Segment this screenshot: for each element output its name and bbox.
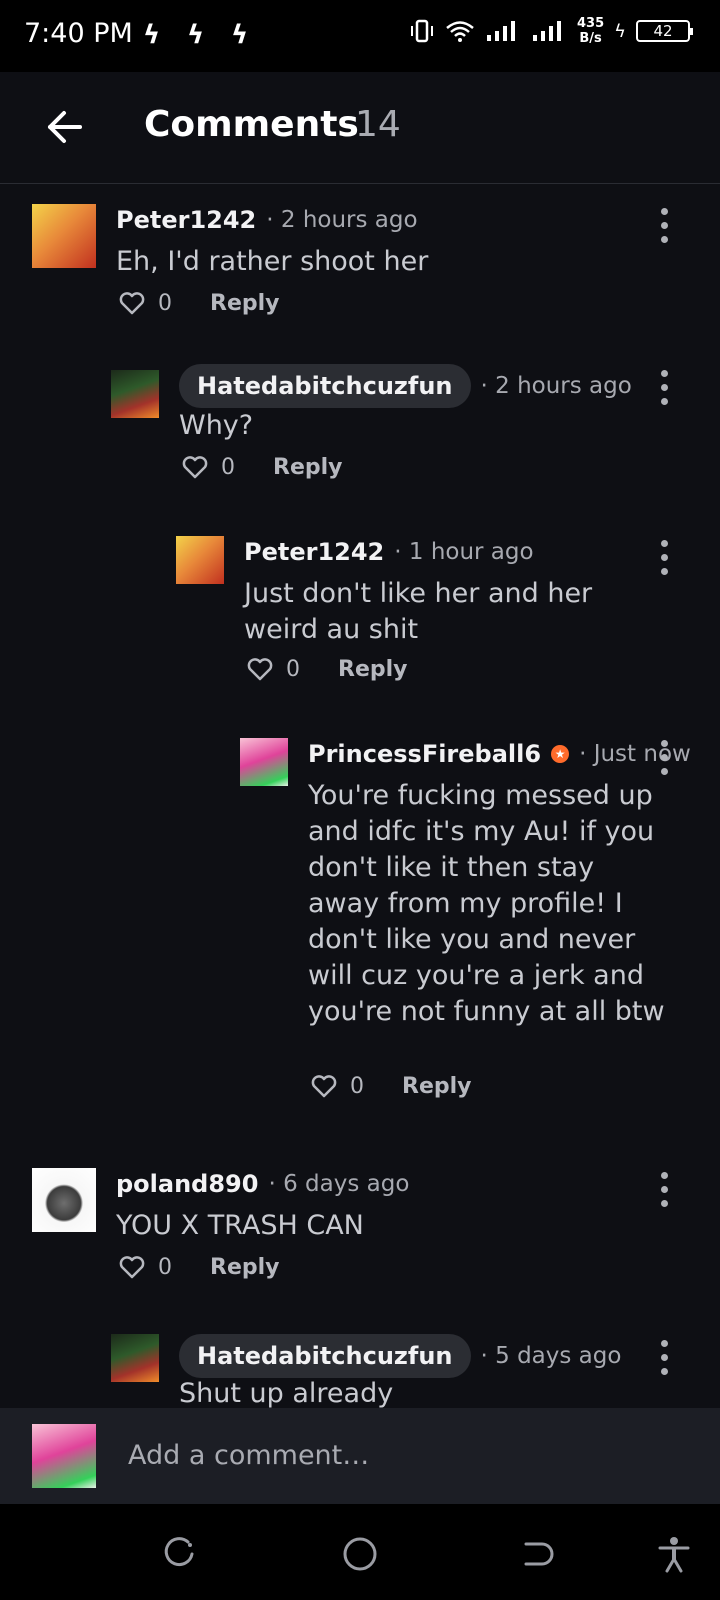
like-count: 0 — [286, 656, 300, 682]
reply-button[interactable]: Reply — [402, 1074, 472, 1099]
comment-actions: 0 Reply — [181, 454, 343, 480]
comment-input[interactable]: Add a comment… — [128, 1432, 688, 1480]
avatar[interactable] — [111, 370, 159, 418]
comment-meta: PrincessFireball6 ★ · Just now — [308, 740, 691, 768]
network-speed-value: 435 — [576, 16, 605, 31]
avatar[interactable] — [176, 536, 224, 584]
back-nav-icon[interactable] — [520, 1534, 560, 1574]
like-count: 0 — [350, 1073, 364, 1099]
comment-reply: Hatedabitchcuzfun · 2 hours ago Why? 0 R… — [111, 364, 692, 500]
comment-actions: 0 Reply — [118, 290, 280, 316]
lightning-icon: ϟ — [187, 20, 205, 50]
back-button[interactable] — [40, 102, 90, 152]
current-user-avatar — [32, 1424, 96, 1488]
username[interactable]: Peter1242 — [244, 538, 384, 566]
kebab-menu-icon[interactable] — [654, 206, 674, 246]
recents-icon[interactable] — [160, 1534, 200, 1574]
comment-actions: 0 Reply — [118, 1254, 280, 1280]
signal-icon — [532, 21, 561, 41]
comment-meta: Peter1242 · 1 hour ago — [244, 538, 534, 566]
like-count: 0 — [158, 1254, 172, 1280]
comment-text: Just don't like her and her weird au shi… — [244, 578, 593, 645]
lightning-icon: ϟ — [231, 20, 249, 50]
username[interactable]: Peter1242 — [116, 206, 256, 234]
like-count: 0 — [221, 454, 235, 480]
status-time: 7:40 PM — [24, 18, 133, 49]
kebab-menu-icon[interactable] — [654, 1170, 674, 1210]
timestamp: · 6 days ago — [268, 1171, 410, 1197]
comment-actions: 0 Reply — [246, 656, 408, 682]
comment: poland890 · 6 days ago YOU X TRASH CAN 0… — [32, 1168, 692, 1298]
kebab-menu-icon[interactable] — [654, 368, 674, 408]
arrow-left-icon — [48, 111, 82, 143]
comment-composer: Add a comment… — [0, 1408, 720, 1504]
page-title: Comments — [144, 104, 359, 145]
timestamp: · 2 hours ago — [480, 373, 632, 399]
network-speed: 435 B/s — [577, 16, 604, 46]
comments-header: Comments 14 — [0, 72, 720, 184]
avatar[interactable] — [111, 1334, 159, 1382]
avatar[interactable] — [32, 1168, 96, 1232]
kebab-menu-icon[interactable] — [654, 1338, 674, 1378]
comment-text: Shut up already — [179, 1378, 394, 1408]
comment-meta: Peter1242 · 2 hours ago — [116, 206, 418, 234]
username[interactable]: Hatedabitchcuzfun — [179, 364, 471, 408]
timestamp: · 5 days ago — [480, 1343, 622, 1369]
reply-button[interactable]: Reply — [338, 657, 408, 682]
reply-button[interactable]: Reply — [210, 291, 280, 316]
avatar[interactable] — [240, 738, 288, 786]
accessibility-icon[interactable] — [654, 1534, 694, 1574]
comment-text: Why? — [179, 410, 254, 441]
status-bar: 7:40 PM ϟ ϟ ϟ 435 B/s ϟ 42 — [0, 0, 720, 72]
battery-icon: 42 — [636, 20, 693, 42]
home-circle-icon[interactable] — [340, 1534, 380, 1574]
comment-text: You're fucking messed up and idfc it's m… — [308, 780, 665, 1027]
timestamp: · Just now — [579, 741, 691, 767]
timestamp: · 1 hour ago — [394, 539, 534, 565]
comment-text: YOU X TRASH CAN — [116, 1210, 364, 1241]
username[interactable]: poland890 — [116, 1170, 258, 1198]
kebab-menu-icon[interactable] — [654, 738, 674, 778]
comment: Peter1242 · 2 hours ago Eh, I'd rather s… — [32, 204, 692, 334]
system-nav-bar — [0, 1504, 720, 1600]
heart-outline-icon[interactable] — [310, 1073, 338, 1099]
heart-outline-icon[interactable] — [246, 656, 274, 682]
username[interactable]: Hatedabitchcuzfun — [179, 1334, 471, 1378]
reply-button[interactable]: Reply — [210, 1255, 280, 1280]
charging-icon: ϟ — [614, 20, 626, 42]
like-count: 0 — [158, 290, 172, 316]
comment-reply: PrincessFireball6 ★ · Just now You're fu… — [240, 738, 692, 1118]
comment-meta: poland890 · 6 days ago — [116, 1170, 409, 1198]
flair-badge-icon: ★ — [551, 745, 570, 763]
reply-button[interactable]: Reply — [273, 455, 343, 480]
comment-meta: Hatedabitchcuzfun · 5 days ago — [179, 1334, 621, 1378]
comment-reply: Peter1242 · 1 hour ago Just don't like h… — [176, 536, 692, 696]
vibrate-icon — [410, 19, 433, 43]
username[interactable]: PrincessFireball6 — [308, 740, 541, 768]
heart-outline-icon[interactable] — [118, 290, 146, 316]
avatar[interactable] — [32, 204, 96, 268]
timestamp: · 2 hours ago — [266, 207, 418, 233]
kebab-menu-icon[interactable] — [654, 538, 674, 578]
signal-icon — [486, 21, 515, 41]
comment-meta: Hatedabitchcuzfun · 2 hours ago — [179, 364, 632, 408]
comment-actions: 0 Reply — [310, 1073, 472, 1099]
wifi-icon — [446, 21, 474, 42]
lightning-icon: ϟ — [143, 20, 161, 50]
heart-outline-icon[interactable] — [118, 1254, 146, 1280]
status-icons: 435 B/s ϟ 42 — [409, 16, 693, 46]
comment-text: Eh, I'd rather shoot her — [116, 246, 429, 277]
network-speed-unit: B/s — [579, 31, 602, 46]
comment-reply: Hatedabitchcuzfun · 5 days ago Shut up a… — [111, 1334, 692, 1408]
heart-outline-icon[interactable] — [181, 454, 209, 480]
comment-count: 14 — [355, 104, 401, 145]
